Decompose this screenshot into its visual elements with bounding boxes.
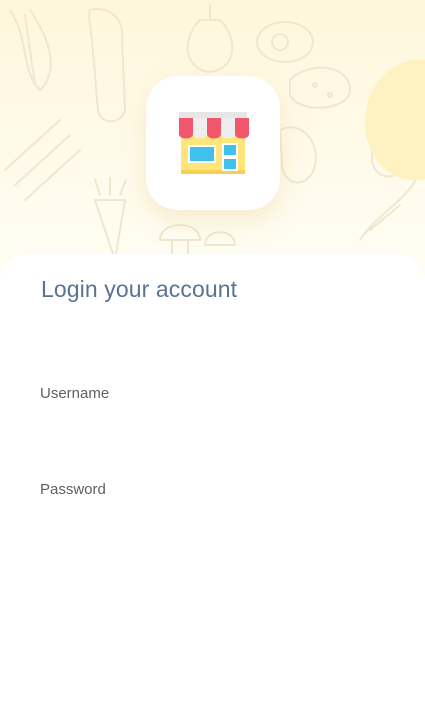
username-label: Username bbox=[40, 385, 110, 402]
password-input[interactable] bbox=[40, 506, 385, 534]
username-input[interactable] bbox=[40, 410, 385, 438]
storefront-icon bbox=[179, 112, 249, 174]
login-title: Login your account bbox=[41, 276, 238, 302]
password-label: Password bbox=[40, 481, 106, 498]
app-logo bbox=[146, 76, 280, 210]
password-field: Password bbox=[40, 481, 385, 534]
username-field: Username bbox=[40, 385, 385, 438]
